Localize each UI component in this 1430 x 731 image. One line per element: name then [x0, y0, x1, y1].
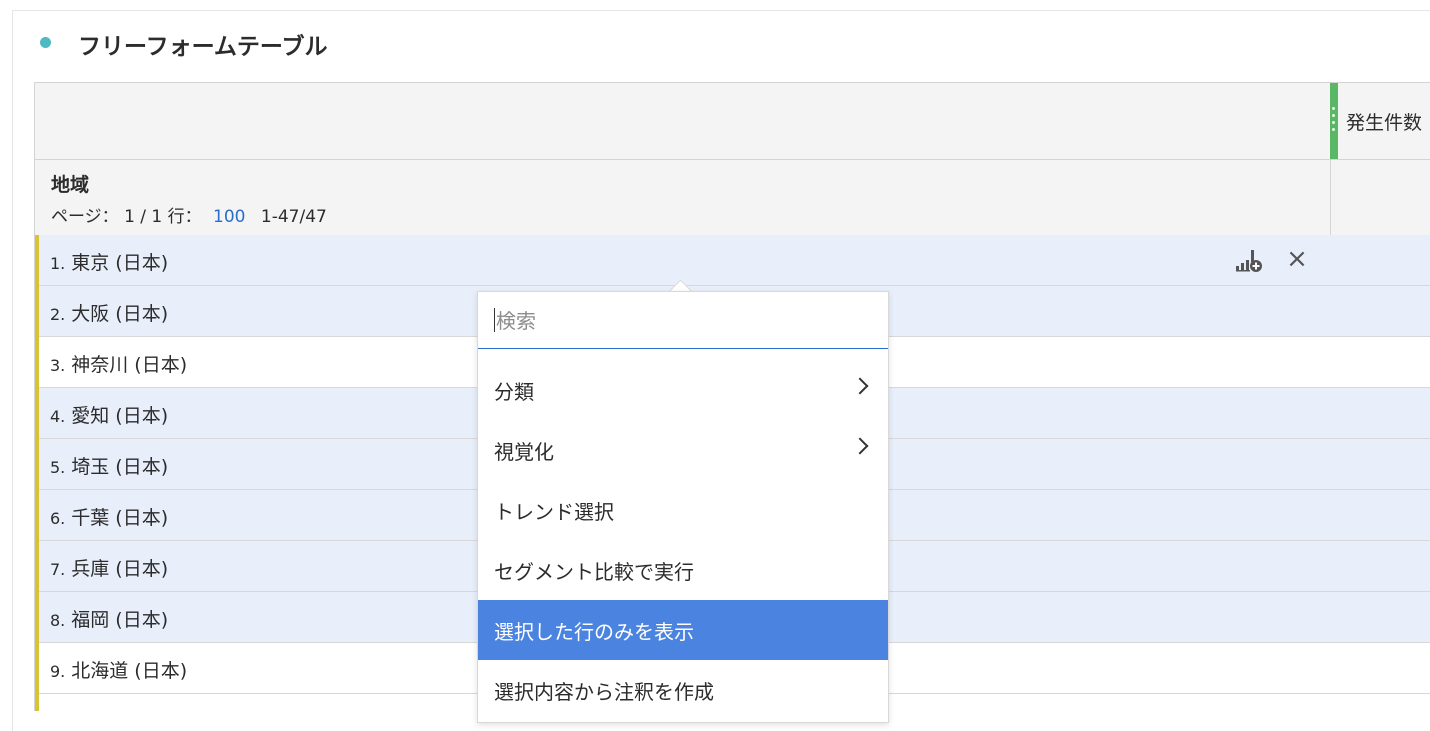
row-color-bar — [35, 592, 39, 643]
row-color-bar — [35, 439, 39, 490]
drag-dots-icon — [1332, 107, 1336, 135]
row-text: 千葉 (日本) — [71, 507, 169, 529]
row-number: 4. — [50, 407, 66, 426]
row-label: 4. 愛知 (日本) — [50, 401, 168, 428]
menu-item[interactable]: セグメント比較で実行 — [478, 540, 888, 600]
close-icon[interactable]: × — [1285, 246, 1309, 272]
row-color-bar — [35, 388, 39, 439]
row-text: 埼玉 (日本) — [71, 456, 169, 478]
panel-title: フリーフォームテーブル — [78, 34, 328, 60]
row-text: 大阪 (日本) — [71, 303, 169, 325]
chevron-right-icon — [851, 377, 869, 395]
menu-item[interactable]: トレンド選択 — [478, 480, 888, 540]
row-color-bar — [35, 235, 39, 286]
panel-status-dot — [40, 37, 51, 48]
menu-item[interactable]: 視覚化 — [478, 420, 888, 480]
row-label: 9. 北海道 (日本) — [50, 656, 187, 683]
row-color-bar — [35, 286, 39, 337]
row-number: 1. — [50, 254, 66, 273]
row-text: 兵庫 (日本) — [71, 558, 169, 580]
menu-item-label: トレンド選択 — [494, 500, 614, 524]
pager-range: 1-47/47 — [260, 207, 327, 227]
row-text: 福岡 (日本) — [71, 609, 169, 631]
metric-column-header[interactable]: 発生件数 — [1346, 108, 1422, 135]
menu-item[interactable]: 選択した行のみを表示 — [478, 600, 888, 660]
row-color-bar — [35, 541, 39, 592]
dimension-name[interactable]: 地域 — [51, 170, 89, 197]
menu-item-label: 選択内容から注釈を作成 — [494, 680, 714, 704]
row-color-bar — [35, 643, 39, 694]
row-label: 6. 千葉 (日本) — [50, 503, 168, 530]
column-resize-handle[interactable] — [1330, 83, 1338, 159]
row-number: 8. — [50, 611, 66, 630]
row-label: 10.静岡 (日本) — [50, 707, 178, 711]
row-number: 6. — [50, 509, 66, 528]
menu-item[interactable]: 分類 — [478, 360, 888, 420]
metric-header: 発生件数 — [35, 83, 1430, 160]
text-cursor — [494, 308, 495, 332]
menu-item-label: 選択した行のみを表示 — [494, 620, 694, 644]
pager: ページ： 1 / 1 行： 100 1-47/47 — [51, 202, 327, 227]
pager-prefix: ページ： 1 / 1 行： — [51, 207, 202, 227]
rows-per-page-link[interactable]: 100 — [213, 207, 245, 227]
row-number: 2. — [50, 305, 66, 324]
menu-item-label: 分類 — [494, 380, 534, 404]
chevron-right-icon — [851, 437, 869, 455]
row-color-bar — [35, 490, 39, 541]
row-number: 3. — [50, 356, 66, 375]
row-label: 7. 兵庫 (日本) — [50, 554, 168, 581]
context-menu: 選択からアラートを作成分類視覚化トレンド選択セグメント比較で実行選択した行のみを… — [477, 291, 889, 723]
menu-search-input[interactable] — [494, 304, 868, 338]
row-label: 3. 神奈川 (日本) — [50, 350, 187, 377]
row-text: 愛知 (日本) — [71, 405, 169, 427]
row-text: 東京 (日本) — [71, 252, 169, 274]
row-color-bar — [35, 694, 39, 711]
table-row[interactable]: 1. 東京 (日本) × — [35, 235, 1430, 286]
context-menu-list: 選択からアラートを作成分類視覚化トレンド選択セグメント比較で実行選択した行のみを… — [478, 324, 888, 720]
row-label: 2. 大阪 (日本) — [50, 299, 168, 326]
row-text: 北海道 (日本) — [71, 660, 188, 682]
menu-item-label: セグメント比較で実行 — [494, 560, 694, 584]
menu-item[interactable]: 選択内容から注釈を作成 — [478, 660, 888, 720]
row-label: 5. 埼玉 (日本) — [50, 452, 168, 479]
row-label: 8. 福岡 (日本) — [50, 605, 168, 632]
row-label: 1. 東京 (日本) — [50, 248, 168, 275]
breakdown-chart-add-icon[interactable] — [1234, 248, 1264, 274]
row-number: 9. — [50, 662, 66, 681]
row-number: 7. — [50, 560, 66, 579]
row-color-bar — [35, 337, 39, 388]
row-text: 神奈川 (日本) — [71, 354, 188, 376]
menu-item-label: 視覚化 — [494, 440, 554, 464]
dimension-header: 地域 ページ： 1 / 1 行： 100 1-47/47 — [35, 160, 1430, 236]
menu-search-box — [478, 292, 888, 349]
row-number: 5. — [50, 458, 66, 477]
